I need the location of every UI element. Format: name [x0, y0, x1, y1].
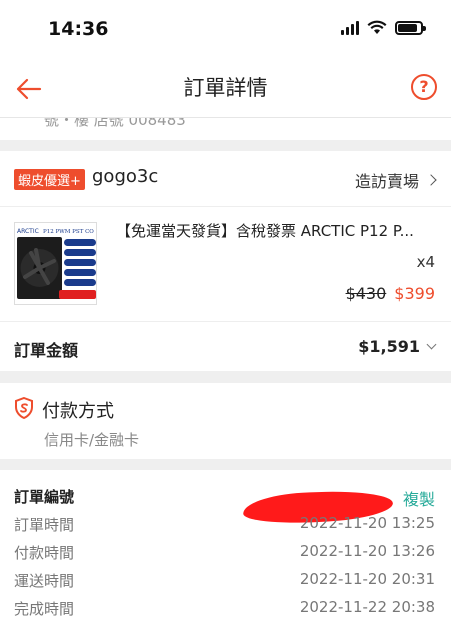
price-row: $430 $399 [346, 284, 435, 303]
chevron-down-icon [426, 339, 437, 350]
product-quantity: x4 [416, 253, 435, 271]
ship-time-label: 運送時間 [14, 572, 75, 590]
page-title: 訂單詳情 [183, 76, 268, 100]
shop-card: 蝦皮優選+ gogo3c 造訪賣場 ARCTIC P12 PWM PST CO [0, 151, 451, 371]
visit-shop-label: 造訪賣場 [354, 172, 419, 191]
product-title: 【免運當天發貨】含稅發票 ARCTIC P12 P... [116, 222, 414, 240]
address-text: 號・樓 店號 008483 [44, 118, 186, 129]
order-total-row[interactable]: 訂單金額 $1,591 [0, 323, 451, 371]
shop-name[interactable]: gogo3c [92, 166, 158, 187]
nav-bar: 訂單詳情 ? [0, 60, 451, 118]
cellular-signal-icon [341, 20, 359, 35]
preferred-plus-badge: 蝦皮優選+ [14, 169, 85, 190]
svg-text:P12 PWM PST CO: P12 PWM PST CO [43, 229, 94, 235]
address-fragment: 號・樓 店號 008483 [0, 118, 451, 140]
sale-price: $399 [394, 284, 435, 303]
complete-time-value: 2022-11-22 20:38 [299, 598, 435, 616]
fan-product-image: ARCTIC P12 PWM PST CO [15, 223, 96, 304]
wifi-icon [367, 20, 387, 34]
shield-icon [15, 397, 33, 419]
payment-time-label: 付款時間 [14, 544, 75, 562]
status-icons [341, 20, 426, 35]
payment-method: 信用卡/金融卡 [44, 431, 140, 449]
payment-card: 付款方式 信用卡/金融卡 [0, 383, 451, 459]
visit-shop-button[interactable]: 造訪賣場 [354, 168, 437, 192]
complete-time-row: 完成時間 2022-11-22 20:38 [14, 598, 435, 626]
chevron-right-icon [425, 174, 437, 186]
order-time-row: 訂單時間 2022-11-20 13:25 [14, 514, 435, 542]
status-bar: 14:36 [0, 0, 451, 60]
order-time-label: 訂單時間 [14, 516, 75, 534]
payment-time-row: 付款時間 2022-11-20 13:26 [14, 542, 435, 570]
product-thumbnail: ARCTIC P12 PWM PST CO [14, 222, 97, 305]
order-total-label: 訂單金額 [14, 341, 79, 360]
ship-time-value: 2022-11-20 20:31 [299, 570, 435, 588]
shop-header: 蝦皮優選+ gogo3c 造訪賣場 [0, 151, 451, 207]
order-total-value-group: $1,591 [358, 337, 437, 356]
order-number-row: 訂單編號 複製 [14, 486, 435, 526]
order-time-value: 2022-11-20 13:25 [299, 514, 435, 532]
order-total-value: $1,591 [358, 337, 420, 356]
payment-time-value: 2022-11-20 13:26 [299, 542, 435, 560]
complete-time-label: 完成時間 [14, 600, 75, 618]
original-price: $430 [345, 284, 387, 303]
help-icon[interactable]: ? [411, 74, 437, 100]
ship-time-row: 運送時間 2022-11-20 20:31 [14, 570, 435, 598]
payment-title: 付款方式 [42, 401, 114, 422]
battery-icon [395, 20, 426, 35]
order-info-card: 訂單編號 複製 訂單時間 2022-11-20 13:25 付款時間 2022-… [0, 470, 451, 640]
copy-button[interactable]: 複製 [403, 486, 435, 510]
order-number-label: 訂單編號 [14, 488, 75, 506]
status-time: 14:36 [48, 18, 109, 40]
svg-text:ARCTIC: ARCTIC [17, 228, 39, 235]
product-item[interactable]: ARCTIC P12 PWM PST CO 【免運當天發貨】含稅發票 ARCTI… [0, 207, 451, 322]
